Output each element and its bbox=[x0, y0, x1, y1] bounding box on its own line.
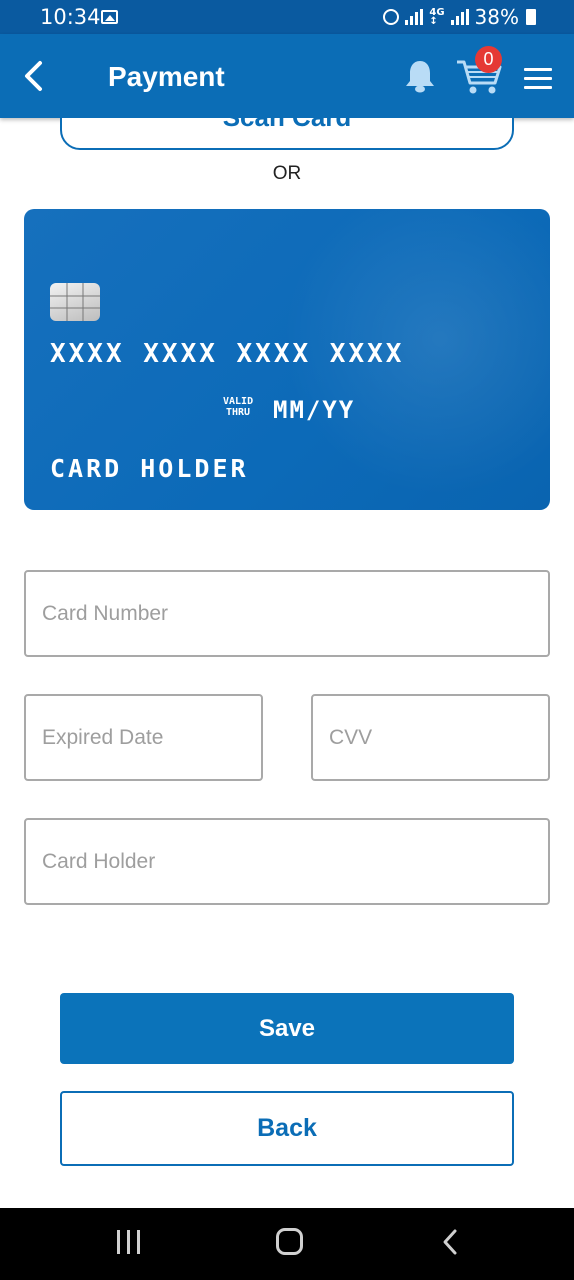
or-divider-label: OR bbox=[272, 163, 302, 184]
bell-icon[interactable] bbox=[404, 58, 436, 94]
card-number-display: XXXX XXXX XXXX XXXX bbox=[50, 339, 405, 369]
status-indicators: 4G ↕ 38% bbox=[383, 5, 536, 29]
nav-back-icon[interactable] bbox=[440, 1228, 460, 1256]
lte-icon: 4G ↕ bbox=[429, 7, 445, 27]
status-time: 10:34 bbox=[40, 5, 101, 29]
content-area: Scan Card OR XXXX XXXX XXXX XXXX VALID T… bbox=[0, 118, 574, 1208]
app-header: Payment 0 bbox=[0, 34, 574, 118]
cart-count-badge: 0 bbox=[475, 46, 502, 73]
card-expiry-display: MM/YY bbox=[273, 396, 356, 424]
menu-icon[interactable] bbox=[524, 68, 552, 89]
valid-thru-label: VALID THRU bbox=[223, 396, 254, 418]
scan-card-button[interactable]: Scan Card bbox=[60, 118, 514, 150]
home-icon[interactable] bbox=[276, 1228, 303, 1255]
cvv-input[interactable] bbox=[311, 694, 550, 781]
card-preview: XXXX XXXX XXXX XXXX VALID THRU MM/YY CAR… bbox=[24, 209, 550, 510]
card-holder-input[interactable] bbox=[24, 818, 550, 905]
card-number-input[interactable] bbox=[24, 570, 550, 657]
image-icon bbox=[101, 10, 118, 24]
status-bar: 10:34 4G ↕ 38% bbox=[0, 0, 574, 34]
chip-icon bbox=[50, 283, 100, 321]
system-nav-bar bbox=[0, 1208, 574, 1280]
signal-icon bbox=[405, 9, 424, 25]
expired-date-input[interactable] bbox=[24, 694, 263, 781]
battery-icon bbox=[526, 9, 536, 25]
battery-percent: 38% bbox=[474, 5, 519, 29]
page-title: Payment bbox=[108, 61, 225, 92]
back-button[interactable]: Back bbox=[60, 1091, 514, 1166]
card-holder-display: CARD HOLDER bbox=[50, 454, 249, 483]
back-arrow-icon[interactable] bbox=[18, 58, 52, 94]
signal-icon bbox=[450, 9, 469, 25]
recents-icon[interactable] bbox=[117, 1230, 143, 1254]
alarm-icon bbox=[383, 9, 400, 25]
save-button[interactable]: Save bbox=[60, 993, 514, 1064]
